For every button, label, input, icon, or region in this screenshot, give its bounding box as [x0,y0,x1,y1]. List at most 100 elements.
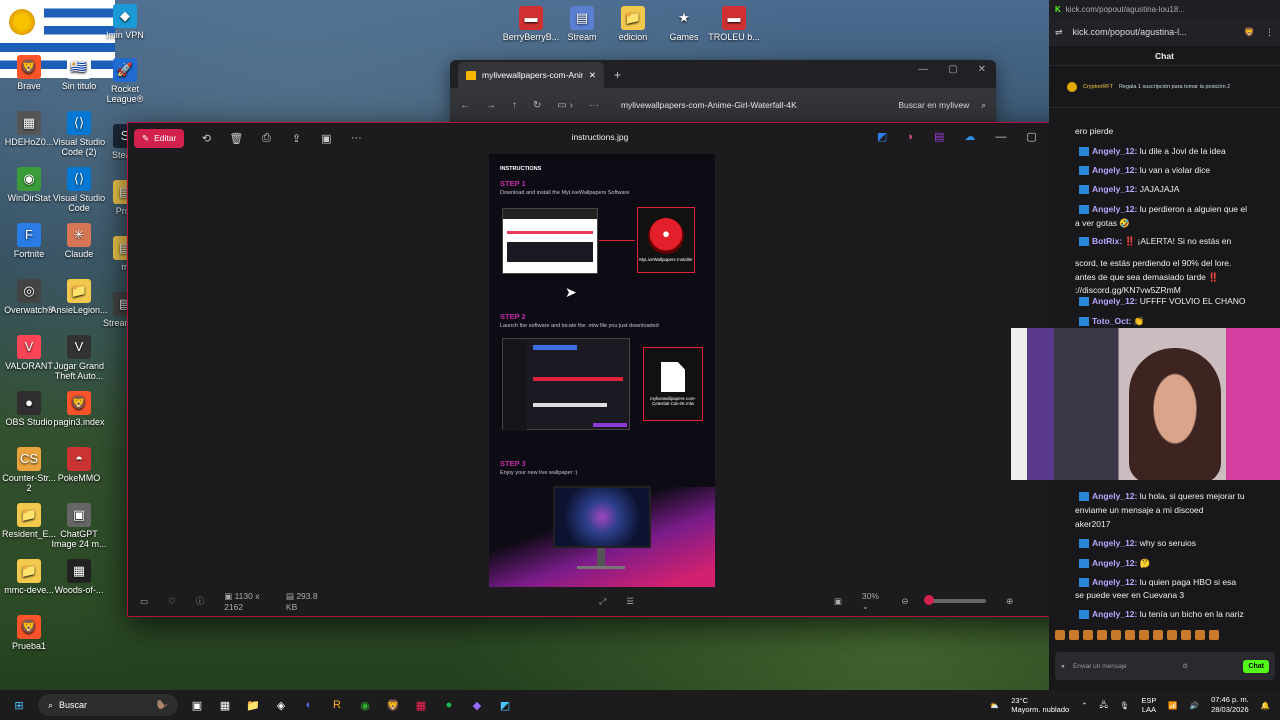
volume-icon[interactable]: 🔊 [1190,701,1199,710]
desktop-icon[interactable]: 📁 edicion [604,6,662,43]
view-icon[interactable]: ▭ › [557,100,573,111]
chat-username[interactable]: Angely_12: [1092,558,1137,568]
wifi-icon[interactable]: 📶 [1168,701,1177,710]
chat-message-text: JAJAJAJA [1139,184,1180,194]
taskbar-search[interactable]: ⌕ Buscar 🦫 [38,694,178,716]
spotify-icon[interactable]: ● [440,696,458,714]
photos-icon[interactable]: ◩ [496,696,514,714]
notifications-icon[interactable]: 🔔 [1261,701,1270,710]
app-icon-3[interactable]: ▤ [934,130,944,143]
close-button[interactable]: ✕ [978,64,986,75]
new-tab-button[interactable]: + [614,68,621,82]
chat-username[interactable]: Angely_12: [1092,538,1137,548]
zoom-out-icon[interactable]: ⊖ [901,596,908,607]
desktop-icon[interactable]: ◆ lmin VPN [96,4,154,41]
chat-username[interactable]: Angely_12: [1092,491,1137,501]
edit-button[interactable]: ✎ Editar [134,128,185,148]
windows-start-icon[interactable]: ⊞ [10,696,28,714]
slideshow-icon[interactable]: ▣ [318,132,334,145]
desktop-icon-label: PokeMMO [57,473,101,483]
chevron-up-icon[interactable]: ⌃ [1081,701,1087,710]
share-icon[interactable]: ⇪ [288,132,304,145]
brave-icon[interactable]: 🦁 [1244,27,1255,38]
more-icon[interactable]: ··· [589,100,599,111]
close-tab-icon[interactable]: ✕ [589,70,596,81]
weather[interactable]: 23°C Mayorm. nublado [1011,696,1069,714]
chat-username[interactable]: BotRix: [1092,236,1122,246]
filmstrip-icon[interactable]: ▭ [140,596,148,607]
app-icon-1[interactable]: ◩ [877,130,887,143]
desktop-icon[interactable]: 🦁 pagin3.index [50,391,108,428]
mic-icon[interactable]: ● [1061,663,1065,670]
zoom-select[interactable]: 30% ⌄ [862,591,882,612]
language-indicator[interactable]: ESP LAA [1141,696,1156,714]
chat-username[interactable]: Angely_12: [1092,296,1137,306]
desktop-icon[interactable]: ▬ BerryBerryB... [502,6,560,43]
desktop-icon[interactable]: ▤ Stream [553,6,611,43]
delete-icon[interactable]: 🗑 [228,132,244,145]
forward-icon[interactable]: → [486,100,496,111]
desktop-icon[interactable]: ▣ ChatGPT Image 24 m... [50,503,108,550]
file-explorer-icon[interactable]: 📁 [244,696,262,714]
weather-icon[interactable]: ⛅ [990,701,999,710]
refresh-icon[interactable]: ↻ [533,100,541,111]
actual-size-icon[interactable]: ▣ [834,596,842,607]
zoom-in-icon[interactable]: ⊕ [1006,596,1013,607]
desktop-icon[interactable]: V Jugar Grand Theft Auto... [50,335,108,382]
details-icon[interactable]: ☰ [626,596,634,607]
maximize-button[interactable]: ▢ [1026,130,1036,143]
vpn-icon[interactable]: ◆ [468,696,486,714]
zoom-slider[interactable] [923,595,987,605]
minimize-button[interactable]: — [995,131,1006,143]
desktop-icon[interactable]: ▦ Woods-of-... [50,559,108,596]
browser-tab-title: mylivewallpapers-com-Anime [482,70,583,80]
favorite-icon[interactable]: ♡ [168,596,176,607]
chat-username[interactable]: Angely_12: [1092,204,1137,214]
tune-icon[interactable]: ⇌ [1055,27,1063,38]
network-icon[interactable]: 🖧 [1100,699,1108,712]
chat-username[interactable]: Angely_12: [1092,146,1137,156]
settings-icon[interactable]: ⚙ [1182,662,1188,670]
clock-time: 07:46 p. m. [1211,695,1249,705]
print-icon[interactable]: ⎙ [258,132,274,145]
chat-send-button[interactable]: Chat [1243,659,1269,673]
widgets-icon[interactable]: ▦ [216,696,234,714]
chat-username[interactable]: Angely_12: [1092,577,1137,587]
menu-icon[interactable]: ⋮ [1265,27,1274,38]
discord-icon[interactable]: ◐ [300,696,318,714]
rotate-icon[interactable]: ⟲ [198,132,214,145]
chat-username[interactable]: Toto_Oct: [1092,316,1132,326]
chat-username[interactable]: Angely_12: [1092,184,1137,194]
rockstar-icon[interactable]: R [328,696,346,714]
desktop-icon[interactable]: 🚀 Rocket League® [96,58,154,105]
chat-input[interactable]: ● Enviar un mensaje ⚙ Chat [1055,652,1275,680]
desktop-icon[interactable]: 🦁 Prueba1 [0,615,58,652]
more-options-icon[interactable]: ··· [348,132,364,144]
desktop-icon[interactable]: ▬ TROLEU b... [705,6,763,43]
maximize-button[interactable]: ▢ [948,64,957,75]
app-icon[interactable]: ▦ [412,696,430,714]
up-icon[interactable]: ↑ [512,100,517,111]
info-icon[interactable]: ⓘ [196,595,205,607]
chat-username[interactable]: Angely_12: [1092,165,1137,175]
fit-icon[interactable]: ⤢ [599,596,606,607]
chat-username[interactable]: Angely_12: [1092,609,1137,619]
desktop-icon[interactable]: ◓ PokeMMO [50,447,108,484]
chat-url[interactable]: kick.com/popout/agustina-l... [1073,27,1187,37]
back-icon[interactable]: ← [460,100,470,111]
steam-icon[interactable]: ◈ [272,696,290,714]
minimize-button[interactable]: — [918,64,928,75]
onedrive-icon[interactable]: ☁ [964,130,975,143]
address-bar[interactable]: mylivewallpapers-com-Anime-Girl-Waterfal… [621,100,797,110]
emote-bar[interactable] [1055,630,1219,640]
chat-message-text: scord, te estás perdiendo el 90% del lor… [1075,258,1232,268]
mic-icon[interactable]: 🎙 [1120,701,1130,710]
browser-tab[interactable]: mylivewallpapers-com-Anime ✕ [458,62,604,88]
app-icon-2[interactable]: ◗ [907,131,914,143]
search-box[interactable]: Buscar en mylivew ⌕ [898,100,986,111]
clock[interactable]: 07:46 p. m. 28/03/2026 [1211,695,1249,715]
step2-desc: Launch the software and locate the .mlw … [500,323,659,329]
xbox-icon[interactable]: ◉ [356,696,374,714]
brave-icon[interactable]: 🦁 [384,696,402,714]
task-view-icon[interactable]: ▣ [188,696,206,714]
